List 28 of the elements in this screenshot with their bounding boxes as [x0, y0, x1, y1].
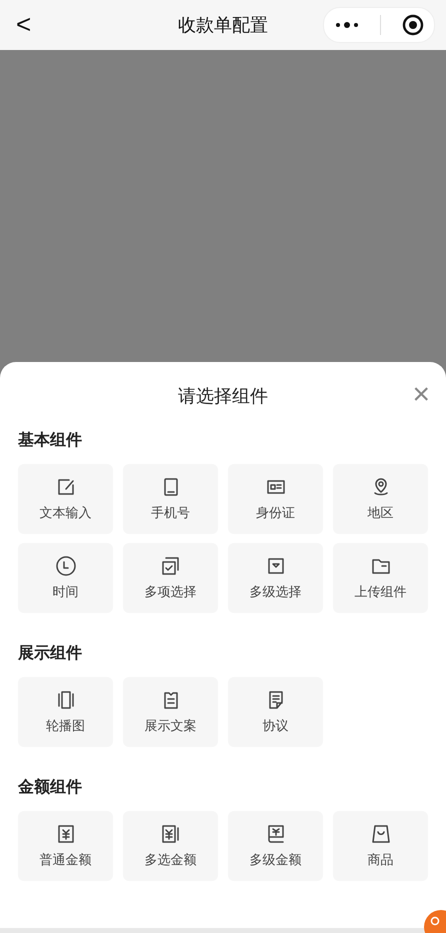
- component-tile[interactable]: 多选金额: [123, 811, 218, 881]
- clock-icon: [54, 555, 76, 577]
- yuan-stack-icon: [160, 823, 182, 845]
- target-icon[interactable]: [402, 14, 424, 36]
- section-heading: 展示组件: [18, 643, 83, 663]
- page-title: 收款单配置: [178, 14, 268, 37]
- close-button[interactable]: ×: [408, 380, 434, 410]
- component-tile[interactable]: 多项选择: [123, 543, 218, 613]
- component-tile[interactable]: 地区: [333, 464, 428, 534]
- component-tile[interactable]: 多级选择: [228, 543, 323, 613]
- back-button[interactable]: <: [12, 10, 36, 38]
- section-heading: 基本组件: [18, 430, 83, 450]
- component-tile[interactable]: 普通金额: [18, 811, 113, 881]
- component-tile[interactable]: 轮播图: [18, 677, 113, 747]
- component-tile[interactable]: 上传组件: [333, 543, 428, 613]
- shopping-bag-icon: [370, 823, 392, 845]
- component-tile[interactable]: 文本输入: [18, 464, 113, 534]
- sheet-title: 请选择组件: [178, 385, 268, 408]
- component-tile[interactable]: 协议: [228, 677, 323, 747]
- component-tile[interactable]: 手机号: [123, 464, 218, 534]
- component-tile[interactable]: 商品: [333, 811, 428, 881]
- component-tile[interactable]: 多级金额: [228, 811, 323, 881]
- section-heading: 金额组件: [18, 777, 83, 797]
- component-tile[interactable]: 展示文案: [123, 677, 218, 747]
- more-icon[interactable]: [334, 21, 358, 29]
- component-tile[interactable]: 身份证: [228, 464, 323, 534]
- checkbox-stack-icon: [160, 555, 182, 577]
- component-tile[interactable]: 时间: [18, 543, 113, 613]
